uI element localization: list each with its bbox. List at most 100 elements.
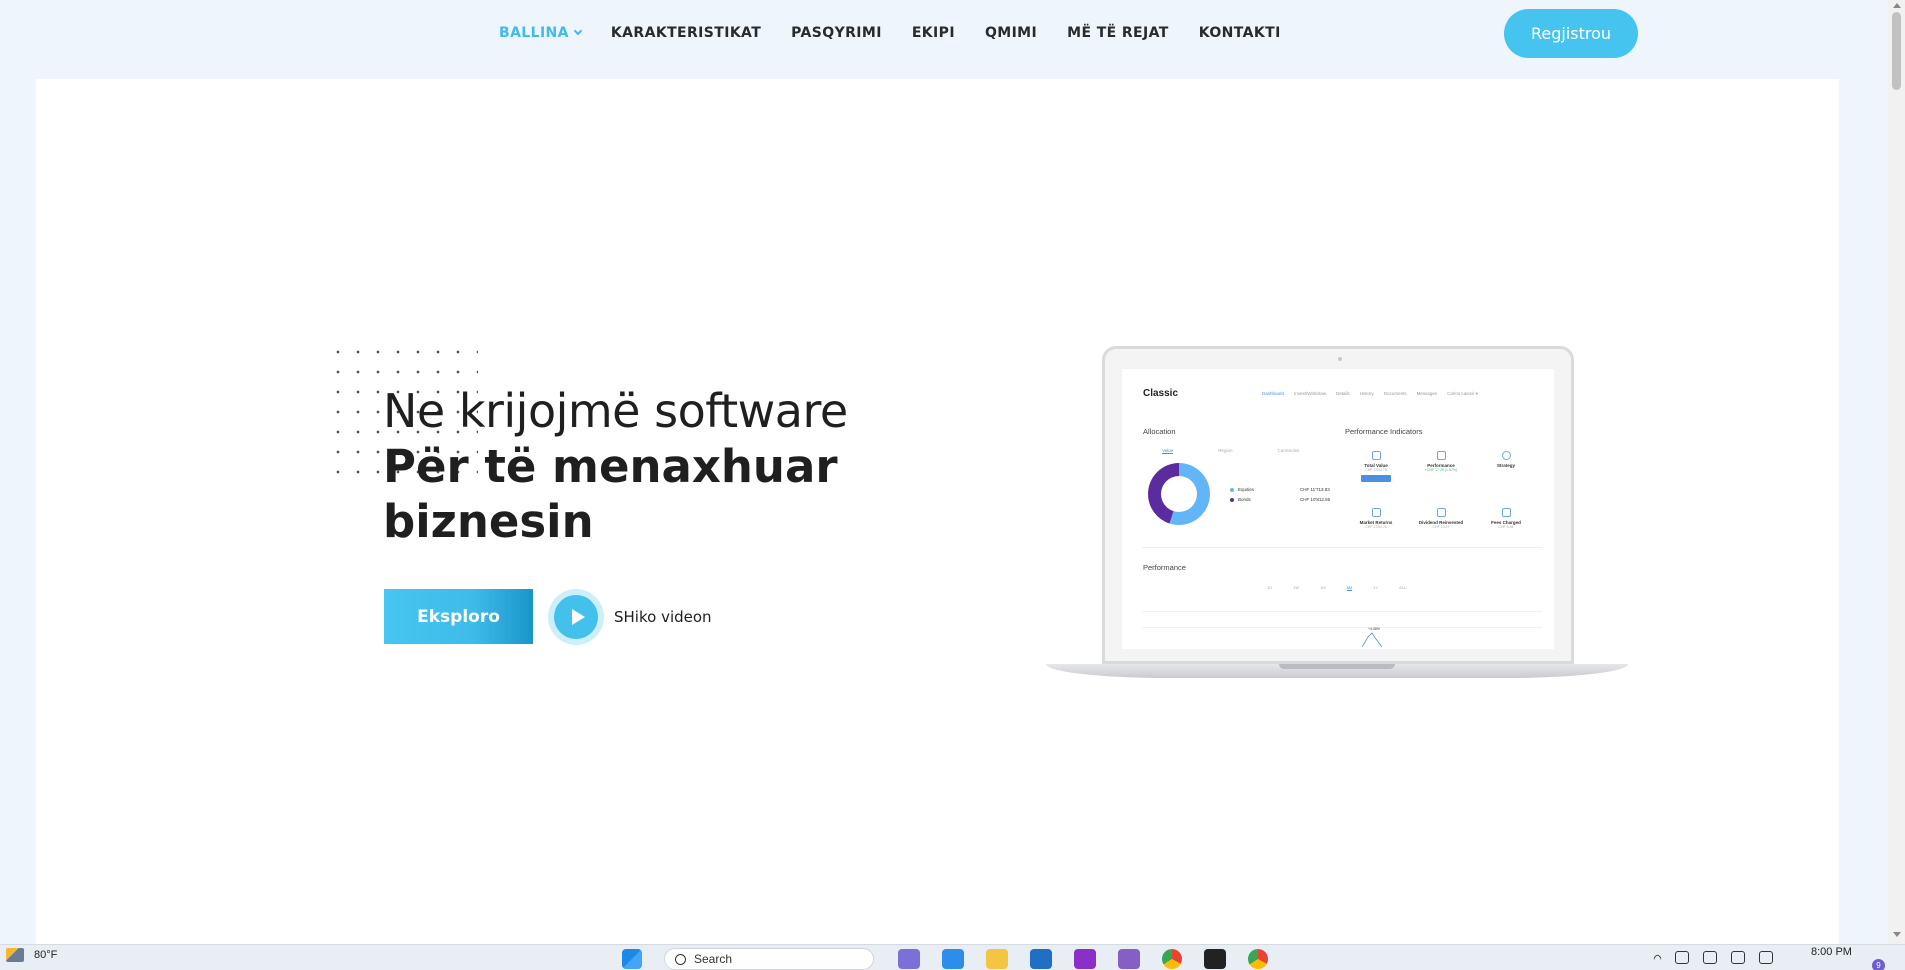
taskbar-clock[interactable]: 8:00 PM [1811,946,1852,958]
windows-taskbar: 80°F Search 8:00 PM 9 [0,944,1905,970]
temperature: 80°F [34,949,58,961]
kpi-strategy: Strategy [1480,451,1532,468]
range-tab: ALL [1399,585,1407,590]
chart-gridline [1142,627,1542,628]
kpi-sub: CHF 0.44 [1498,525,1514,529]
notification-badge[interactable]: 9 [1872,959,1885,970]
weather-widget[interactable]: 80°F [6,948,57,962]
nav-item-label: BALLINA [499,25,569,41]
range-tab: 1D [1267,585,1273,590]
range-tab: 1Y [1373,585,1379,590]
allocation-values: CHF 11'713.83 CHF 10'812.85 [1300,487,1330,507]
dashboard-nav-item: Invest/Withdraw [1294,391,1327,396]
monitor-icon [1436,508,1446,517]
watch-video-button[interactable]: SHiko videon [548,589,712,645]
nav-item-ekipi[interactable]: EKIPI [912,25,955,41]
laptop-mockup: Classic Dashboard Invest/Withdraw Detail… [1046,346,1628,682]
allocation-donut-chart [1148,463,1210,525]
battery-icon[interactable] [1759,951,1773,964]
phpstorm-icon[interactable] [1074,949,1096,969]
range-tab: 6M [1346,585,1353,591]
legend-value: CHF 10'812.85 [1300,497,1331,502]
system-tray [1652,951,1773,964]
allocation-tab: Currencies [1277,448,1300,453]
search-icon [675,953,686,965]
vscode-icon[interactable] [942,949,964,969]
kpi-sub: CHF 1'054.75 [1365,525,1387,529]
allocation-legend: Equities Bonds [1230,487,1254,507]
chrome-icon[interactable] [1162,949,1182,969]
scroll-up-arrow[interactable] [1893,3,1901,8]
allocation-heading: Allocation [1143,427,1176,436]
wifi-icon[interactable] [1703,951,1717,964]
search-placeholder: Search [694,952,733,966]
dashboard-nav-item: Documents [1383,391,1407,396]
allocation-tabs: Value Region Currencies [1162,448,1299,454]
nav-item-me-te-rejat[interactable]: MË TË REJAT [1067,25,1169,41]
taskbar-apps: Search [622,948,1290,970]
performance-heading: Performance [1143,563,1186,572]
page-scrollbar[interactable] [1888,0,1905,944]
legend-value: CHF 11'713.83 [1300,487,1330,492]
kpi-total-value: Total Value CHF 1'504.75 [1350,451,1402,482]
nav-item-ballina[interactable]: BALLINA [499,25,583,41]
hero-heading-line3: biznesin [383,495,594,548]
legend-dot [1230,497,1234,502]
trend-icon [1436,451,1446,460]
legend-name: Bonds [1238,497,1251,502]
allocation-tab: Value [1162,448,1174,454]
laptop-notch [1279,664,1395,669]
bar-chart-icon [1371,508,1381,517]
play-button[interactable] [548,589,604,645]
kpi-performance: Performance +CHF 17.28 (1.57%) [1415,451,1467,472]
indicators-heading: Performance Indicators [1345,427,1423,436]
range-tab: 1W [1293,585,1300,590]
dashboard-nav-item: Dashboard [1262,391,1285,396]
visual-studio-icon[interactable] [1118,949,1140,969]
nav-item-qmimi[interactable]: QMIMI [985,25,1037,41]
nav-item-pasqyrimi[interactable]: PASQYRIMI [791,25,882,41]
scroll-thumb[interactable] [1892,12,1901,90]
play-button-inner [554,595,598,639]
kpi-fees-charged: Fees Charged CHF 0.44 [1480,508,1532,529]
scroll-down-arrow[interactable] [1893,932,1901,937]
volume-icon[interactable] [1731,951,1745,964]
camera-dot [1338,357,1342,361]
explore-button[interactable]: Eksploro [384,589,533,644]
tag-icon [1501,508,1511,517]
chevron-up-icon[interactable] [1652,953,1663,964]
dashboard-screenshot: Classic Dashboard Invest/Withdraw Detail… [1122,369,1554,649]
dashboard-title: Classic [1143,388,1179,399]
kpi-name: Strategy [1496,463,1515,468]
legend-item: Bonds [1230,497,1254,502]
dashboard-nav-item: Carlos Laissir ▾ [1447,391,1478,396]
nav-item-karakteristikat[interactable]: KARAKTERISTIKAT [611,25,761,41]
kpi-market-returns: Market Returns CHF 1'054.75 [1350,508,1402,529]
hero-heading-line2: Për të menaxhuar [383,440,838,493]
teams-icon[interactable] [898,949,920,969]
kpi-sub: +CHF 17.28 (1.57%) [1424,468,1458,472]
dashboard-nav: Dashboard Invest/Withdraw Details Histor… [1262,391,1478,397]
nav-links: BALLINA KARAKTERISTIKAT PASQYRIMI EKIPI … [499,25,1311,41]
laptop-screen-frame: Classic Dashboard Invest/Withdraw Detail… [1102,346,1574,664]
divider [1142,547,1542,548]
terminal-icon[interactable] [1204,949,1226,969]
windows-start-icon[interactable] [622,949,642,969]
pie-icon [1501,451,1511,460]
details-mini-button [1361,475,1391,482]
mail-icon[interactable] [1030,949,1052,969]
legend-item: Equities [1230,487,1254,492]
nav-item-kontakti[interactable]: KONTAKTI [1199,25,1281,41]
chrome-profile-icon[interactable] [1248,949,1268,969]
chart-gridline [1142,611,1542,612]
register-button[interactable]: Regjistrou [1504,9,1638,58]
chevron-down-icon [573,26,583,36]
weather-icon [6,948,24,962]
dashboard-nav-item: Details [1336,391,1350,396]
taskbar-search[interactable]: Search [664,948,874,970]
dashboard-nav-item: History [1359,391,1374,396]
file-explorer-icon[interactable] [986,949,1008,969]
mute-icon[interactable] [1675,951,1689,964]
top-navigation: BALLINA KARAKTERISTIKAT PASQYRIMI EKIPI … [0,0,1905,68]
performance-line [1362,632,1382,648]
